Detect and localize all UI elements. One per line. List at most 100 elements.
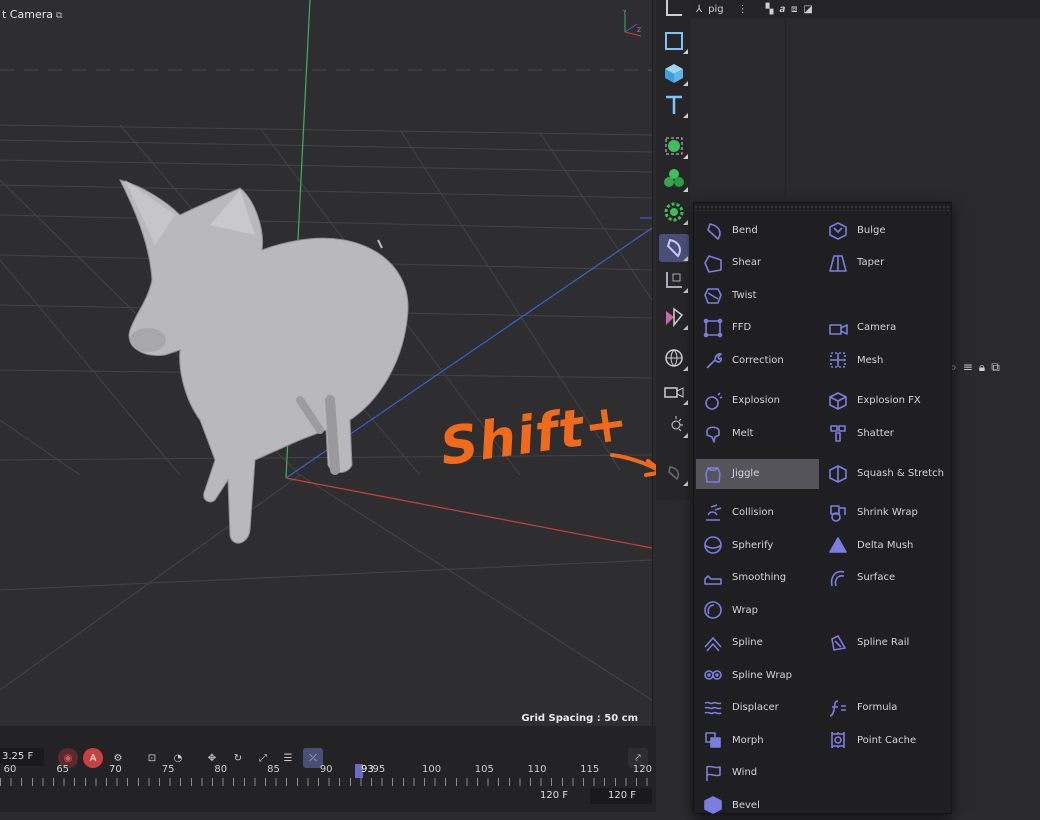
text-button[interactable] <box>659 91 689 119</box>
deformer-item-displacer[interactable]: Displacer <box>696 693 819 723</box>
deformer-item-formula[interactable]: Formula <box>821 693 947 723</box>
deformer-item-point-cache[interactable]: Point Cache <box>821 725 947 755</box>
point-cache-icon <box>827 729 849 751</box>
filter-icon[interactable]: ≡ <box>963 360 973 374</box>
deformer-button[interactable] <box>659 234 689 262</box>
spline-rail-icon <box>827 632 849 654</box>
deformer-item-explosion[interactable]: Explosion <box>696 386 819 416</box>
deformer-item-shrink-wrap[interactable]: Shrink Wrap <box>821 498 947 528</box>
deformer-item-label: FFD <box>732 322 752 333</box>
deformer-item-spline-wrap[interactable]: Spline Wrap <box>696 660 819 690</box>
coordinate-icon <box>666 0 682 16</box>
ruler-ticks <box>0 778 656 786</box>
deformer-item-ffd[interactable]: FFD <box>696 313 819 343</box>
deformer-item-smoothing[interactable]: Smoothing <box>696 563 819 593</box>
object-name[interactable]: pig <box>708 4 723 15</box>
camera-menu-icon[interactable]: ⧉ <box>56 11 62 21</box>
tag-phong-icon: ◪ <box>803 3 813 15</box>
max-frame-field[interactable]: 120 F <box>590 788 652 804</box>
deformer-item-mesh[interactable]: Mesh <box>821 345 947 375</box>
deformer-item-label: Surface <box>857 572 896 584</box>
panel-divider <box>785 18 786 198</box>
ruler-tick-label: 105 <box>474 764 494 775</box>
deformer-item-label: Camera <box>857 322 897 333</box>
deformer-item-explosion-fx[interactable]: Explosion FX <box>821 386 947 416</box>
deformer-item-bulge[interactable]: Bulge <box>821 215 947 245</box>
camera-icon <box>827 317 849 339</box>
environment-button[interactable] <box>659 344 689 372</box>
deformer-item-spherify[interactable]: Spherify <box>696 530 819 560</box>
spline-wrap-icon <box>702 664 724 686</box>
deformer-item-morph[interactable]: Morph <box>696 725 819 755</box>
delta-mush-icon <box>827 534 849 556</box>
deformer-item-spline[interactable]: Spline <box>696 628 819 658</box>
correction-icon <box>702 349 724 371</box>
camera-label[interactable]: t Camera ⧉ <box>2 8 62 21</box>
camera-name: t Camera <box>2 8 53 21</box>
deformer-item-surface[interactable]: Surface <box>821 563 947 593</box>
coordinate-tool-button[interactable] <box>659 0 689 22</box>
popup-grip[interactable] <box>694 205 951 211</box>
object-toolbar <box>656 0 690 500</box>
light-button[interactable] <box>659 411 689 439</box>
stage-camera-button[interactable] <box>659 378 689 406</box>
deformer-item-label: Formula <box>857 702 898 714</box>
deformer-item-label: Bend <box>732 224 758 236</box>
surface-icon <box>827 567 849 589</box>
end-frame-field[interactable]: 120 F <box>540 788 568 804</box>
primitive-button[interactable] <box>659 27 689 55</box>
mesh-icon <box>827 349 849 371</box>
svg-text:Z: Z <box>637 27 641 34</box>
visibility-icon[interactable]: ⋮ <box>738 4 748 15</box>
lock-icon[interactable]: 🔒︎ <box>979 360 985 375</box>
explosion-fx-icon <box>827 390 849 412</box>
grid-spacing-label: Grid Spacing : 50 cm <box>521 713 638 724</box>
deformer-item-squash-stretch[interactable]: Squash & Stretch <box>821 459 947 489</box>
deformer-item-label: Wind <box>732 767 758 779</box>
deformer-item-label: Spline Wrap <box>732 669 792 681</box>
melt-icon <box>702 422 724 444</box>
displacer-icon <box>702 697 724 719</box>
deformer-item-collision[interactable]: Collision <box>696 498 819 528</box>
shatter-icon <box>827 422 849 444</box>
shear-icon <box>702 252 724 274</box>
deformer-item-spline-rail[interactable]: Spline Rail <box>821 628 947 658</box>
deformer-item-label: Smoothing <box>732 572 787 584</box>
deformer-item-wind[interactable]: Wind <box>696 758 819 788</box>
deformer-item-label: Shear <box>732 257 762 268</box>
squash-stretch-icon <box>827 463 849 485</box>
deformer-shortcut-button[interactable] <box>659 459 689 487</box>
deformer-item-taper[interactable]: Taper <box>821 248 947 278</box>
deformer-item-label: Shrink Wrap <box>857 507 918 519</box>
3d-viewport[interactable]: t Camera ⧉ Y Z Grid Spacing : 50 cm <box>0 0 653 726</box>
morph-icon <box>702 729 724 751</box>
pig-model[interactable] <box>119 179 409 544</box>
tag-texture-icon: ▚ <box>765 3 774 15</box>
object-row[interactable]: ⅄ pig ⋮ ▚ 𝒂 ⧈ ◪ <box>690 0 1040 18</box>
deformer-item-bevel[interactable]: Bevel <box>696 790 819 820</box>
cube-button[interactable] <box>659 59 689 87</box>
ruler-tick-label: 120 <box>632 764 652 775</box>
playhead[interactable]: 93 <box>355 764 374 778</box>
field-button[interactable] <box>659 303 689 331</box>
deformer-item-delta-mush[interactable]: Delta Mush <box>821 530 947 560</box>
deformer-item-camera[interactable]: Camera <box>821 313 947 343</box>
deformer-item-label: Twist <box>732 289 757 301</box>
deformer-item-wrap[interactable]: Wrap <box>696 595 819 625</box>
deformer-item-correction[interactable]: Correction <box>696 345 819 375</box>
new-window-icon[interactable]: ⧉ <box>991 360 1000 375</box>
deformer-item-jiggle[interactable]: Jiggle <box>696 458 819 489</box>
deformer-item-shear[interactable]: Shear <box>696 248 819 278</box>
generator-button[interactable] <box>659 132 689 160</box>
null-button[interactable] <box>659 266 689 294</box>
effector-button[interactable] <box>659 198 689 226</box>
deformer-item-twist[interactable]: Twist <box>696 280 819 310</box>
deformer-item-melt[interactable]: Melt <box>696 418 819 448</box>
deformer-item-label: Bulge <box>857 224 886 236</box>
timeline-ruler[interactable]: 60 65 70 75 80 85 90 95 100 105 110 115 120 <box>0 764 656 788</box>
cloner-button[interactable] <box>659 165 689 193</box>
deformer-item-label: Morph <box>732 734 764 746</box>
deformer-item-shatter[interactable]: Shatter <box>821 418 947 448</box>
deformer-item-label: Bevel <box>732 799 760 811</box>
deformer-item-bend[interactable]: Bend <box>696 215 819 245</box>
